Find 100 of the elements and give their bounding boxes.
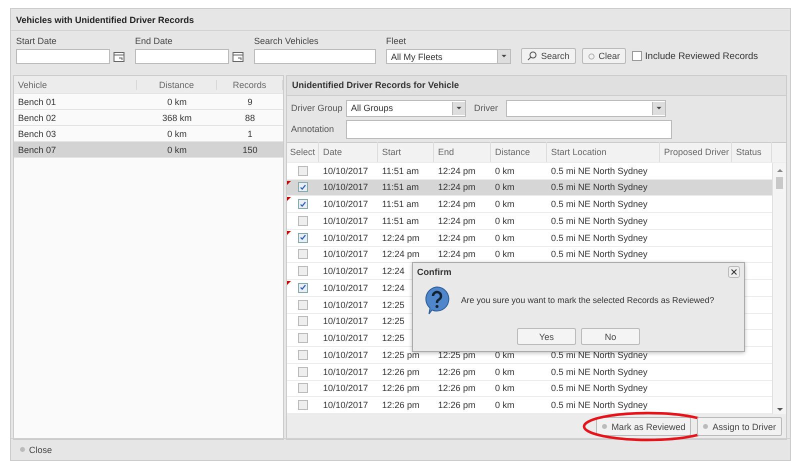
checkbox[interactable] [298, 166, 308, 176]
table-cell-text: 0.5 mi NE North Sydney [550, 350, 649, 360]
checkbox[interactable] [298, 282, 308, 293]
table-cell-text: 0.5 mi NE North Sydney [550, 182, 649, 192]
table-cell-text: 0.5 mi NE North Sydney [550, 232, 649, 243]
vehicle-row[interactable]: Bench 07 0 km 150 [14, 142, 283, 158]
vehicle-row[interactable]: Bench 01 0 km 9 [14, 94, 283, 110]
column-header[interactable]: Status [732, 142, 772, 162]
driver-group-dropdown[interactable]: All Groups [346, 100, 466, 117]
date-field[interactable] [16, 49, 110, 64]
column-header[interactable]: Proposed Driver [660, 142, 732, 162]
table-cell-text: 10/10/2017 [322, 282, 370, 293]
table-cell-text: 10/10/2017 [322, 266, 370, 276]
checkbox[interactable] [632, 51, 642, 61]
column-header[interactable]: Vehicle [14, 80, 137, 90]
table-cell-text: 0 km [494, 166, 516, 176]
table-cell-text: Bench 02 [17, 112, 58, 122]
calendar-icon[interactable] [232, 50, 244, 62]
table-cell-text: 12:26 pm [437, 366, 477, 377]
checkbox[interactable] [298, 333, 308, 344]
table-cell-text: 10/10/2017 [322, 366, 370, 377]
checkbox[interactable] [298, 300, 308, 310]
dialog-button[interactable]: No [581, 328, 640, 345]
table-cell-text: 1 [246, 128, 254, 138]
fleet-dropdown[interactable]: All My Fleets [386, 49, 511, 64]
table-cell-text: 10/10/2017 [322, 199, 370, 210]
table-cell-text: 0 km [166, 144, 188, 154]
table-cell-text: 0 km [494, 350, 516, 360]
dot-icon [602, 424, 608, 429]
table-cell-text: 12:26 pm [381, 383, 421, 394]
table-cell-text: 88 [244, 112, 256, 122]
table-cell-text: 12:26 pm [437, 400, 477, 410]
record-row[interactable]: 10/10/2017 11:51 am 12:24 pm 0 km 0.5 mi NE North Sydney [287, 196, 772, 213]
action-button[interactable]: Assign to Driver [697, 417, 782, 436]
caret-icon [652, 102, 665, 115]
search-field[interactable] [254, 49, 376, 64]
checkbox[interactable] [298, 249, 308, 260]
table-cell-text: 12:25 [381, 333, 406, 344]
column-header[interactable]: Date [319, 142, 378, 162]
dialog-title: Confirm [417, 267, 452, 277]
table-cell-text: 10/10/2017 [322, 166, 370, 176]
table-cell-text: Bench 03 [17, 128, 58, 138]
date-field[interactable] [135, 49, 229, 64]
table-cell-text: 0 km [494, 249, 516, 260]
checkbox[interactable] [298, 316, 308, 326]
search-button[interactable]: Search [521, 48, 576, 64]
column-header[interactable]: Start [378, 142, 434, 162]
table-cell-text: 12:24 [381, 282, 406, 293]
record-row[interactable]: 10/10/2017 11:51 am 12:24 pm 0 km 0.5 mi NE North Sydney [287, 180, 772, 196]
table-cell-text: Bench 07 [17, 144, 58, 154]
checkbox[interactable] [298, 350, 308, 360]
table-cell-text: 0.5 mi NE North Sydney [550, 249, 649, 260]
close-icon[interactable] [728, 266, 740, 278]
table-cell-text: 12:24 pm [437, 216, 477, 226]
column-header[interactable]: End [434, 142, 491, 162]
dialog-message: Are you sure you want to mark the selected Records as Reviewed? [461, 295, 714, 305]
table-cell-text: 0 km [166, 128, 188, 138]
checkbox[interactable] [298, 366, 308, 377]
record-row[interactable]: 10/10/2017 11:51 am 12:24 pm 0 km 0.5 mi NE North Sydney [287, 213, 772, 230]
action-button[interactable]: Mark as Reviewed [596, 417, 692, 436]
checkbox[interactable] [298, 400, 308, 410]
column-header[interactable]: Distance [137, 80, 217, 90]
window-title: Vehicles with Unidentified Driver Records [16, 14, 194, 24]
dialog-button[interactable]: Yes [517, 328, 576, 345]
caret-icon [452, 102, 465, 115]
table-cell-text: 12:26 pm [381, 400, 421, 410]
scroll-thumb[interactable] [776, 176, 783, 189]
close-button[interactable]: Close [15, 442, 58, 458]
table-cell-text: 0.5 mi NE North Sydney [550, 383, 649, 394]
checkbox[interactable] [298, 383, 308, 394]
clear-button[interactable]: Clear [582, 48, 626, 64]
checkbox[interactable] [298, 182, 308, 192]
record-row[interactable]: 10/10/2017 12:26 pm 12:26 pm 0 km 0.5 mi NE North Sydney [287, 380, 772, 398]
table-cell-text: 12:26 pm [381, 366, 421, 377]
calendar-icon[interactable] [113, 50, 125, 62]
column-header[interactable]: Distance [491, 142, 547, 162]
vehicle-row[interactable]: Bench 02 368 km 88 [14, 110, 283, 126]
table-cell-text: 12:24 pm [381, 232, 421, 243]
record-row[interactable]: 10/10/2017 12:26 pm 12:26 pm 0 km 0.5 mi NE North Sydney [287, 364, 772, 380]
column-header[interactable]: Start Location [547, 142, 660, 162]
table-cell-text: 0 km [494, 182, 516, 192]
driver-dropdown[interactable] [506, 100, 666, 117]
table-cell-text: 0.5 mi NE North Sydney [550, 199, 649, 210]
checkbox[interactable] [298, 266, 308, 276]
table-cell-text: 12:24 pm [437, 166, 477, 176]
column-header[interactable]: Records [217, 80, 283, 90]
annotation-field[interactable] [346, 120, 672, 139]
dirty-marker-icon [287, 197, 291, 202]
checkbox[interactable] [298, 199, 308, 210]
table-cell-text: 10/10/2017 [322, 400, 370, 410]
scrollbar[interactable] [772, 162, 786, 414]
field-label: Fleet [386, 36, 408, 46]
field-label: End Date [135, 36, 174, 46]
record-row[interactable]: 10/10/2017 12:24 pm 12:24 pm 0 km 0.5 mi NE North Sydney [287, 230, 772, 246]
checkbox[interactable] [298, 232, 308, 243]
table-cell-text: 9 [246, 96, 254, 106]
column-header[interactable]: Select [287, 142, 319, 162]
table-cell-text: 11:51 am [381, 216, 420, 226]
table-cell-text: 12:24 pm [437, 232, 477, 243]
checkbox[interactable] [298, 216, 308, 226]
